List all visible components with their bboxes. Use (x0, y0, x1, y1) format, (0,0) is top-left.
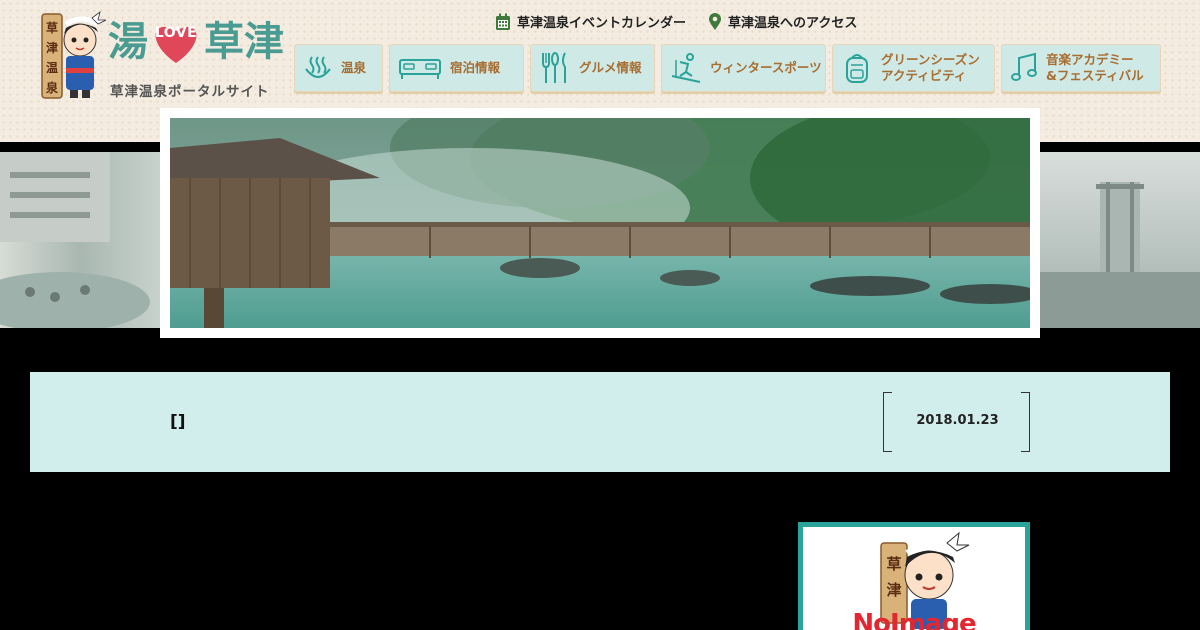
nav-onsen[interactable]: 温泉 (294, 44, 383, 92)
calendar-icon (496, 13, 510, 30)
hot-spring-photo (170, 118, 1030, 328)
article-title: [] (170, 412, 186, 432)
hero-right-photo (1040, 152, 1200, 328)
map-pin-icon (709, 12, 722, 30)
hero-image (160, 108, 1040, 338)
mascot-icon: 草 津 温 泉 (41, 11, 106, 99)
hot-spring-icon (305, 56, 331, 78)
badge-char: 草 (46, 20, 58, 35)
logo-kusatsu: 草津 (204, 18, 284, 65)
backpack-icon (846, 54, 868, 83)
nav-music-academy[interactable]: 音楽アカデミー &フェスティバル (1001, 44, 1161, 92)
logo-wordmark: 湯 LOVE 草津 (108, 16, 284, 68)
badge-char: 温 (46, 61, 58, 75)
logo-yu: 湯 (108, 18, 148, 65)
top-links: 草津温泉イベントカレンダー 草津温泉へのアクセス (495, 12, 857, 31)
nav-green-season[interactable]: グリーンシーズン アクティビティ (832, 44, 995, 92)
nav-music-line1: 音楽アカデミー (1046, 51, 1134, 67)
badge-char: 津 (46, 40, 58, 55)
article-date-box: 2018.01.23 (883, 392, 1030, 452)
nav-music-line2: &フェスティバル (1046, 68, 1144, 83)
love-heart: LOVE (150, 19, 202, 65)
main-nav: 温泉 宿泊情報 グルメ情報 ウィンタースポーツ グリーンシーズン アクティビティ… (294, 44, 1161, 92)
badge-char: 草 (886, 555, 901, 573)
nav-music-academy-label: 音楽アカデミー &フェスティバル (1046, 52, 1144, 85)
site-logo[interactable]: 草 津 温 泉 湯 LOVE 草津 草津温泉ポータルサイト (40, 10, 290, 102)
nav-green-season-line2: アクティビティ (881, 68, 967, 83)
music-note-icon (1011, 52, 1037, 81)
nav-winter-sports-label: ウィンタースポーツ (710, 59, 822, 75)
nav-onsen-label: 温泉 (341, 59, 367, 75)
logo-subtitle: 草津温泉ポータルサイト (110, 84, 270, 100)
bed-icon (399, 59, 441, 79)
nav-lodging[interactable]: 宿泊情報 (389, 44, 524, 92)
no-image-label: NoImage (852, 609, 976, 630)
access-link[interactable]: 草津温泉へのアクセス (708, 12, 857, 31)
badge-char: 泉 (46, 80, 59, 95)
nav-green-season-line1: グリーンシーズン (881, 51, 980, 67)
logo-love-text: LOVE (154, 25, 198, 41)
badge-char: 津 (886, 581, 901, 599)
nav-lodging-label: 宿泊情報 (450, 59, 501, 75)
no-image-thumbnail: 草 津 NoImage (798, 522, 1030, 630)
nav-winter-sports[interactable]: ウィンタースポーツ (661, 44, 826, 92)
article-date: 2018.01.23 (916, 413, 999, 428)
nav-gourmet-label: グルメ情報 (579, 59, 642, 75)
event-calendar-link[interactable]: 草津温泉イベントカレンダー (495, 12, 686, 31)
nav-gourmet[interactable]: グルメ情報 (530, 44, 655, 92)
cutlery-icon (542, 52, 566, 83)
skier-icon (671, 53, 701, 83)
access-label: 草津温泉へのアクセス (728, 16, 858, 31)
article-header: [] 2018.01.23 (30, 372, 1170, 472)
hero-left-photo (0, 152, 160, 328)
event-calendar-label: 草津温泉イベントカレンダー (517, 16, 687, 31)
nav-green-season-label: グリーンシーズン アクティビティ (881, 52, 980, 85)
